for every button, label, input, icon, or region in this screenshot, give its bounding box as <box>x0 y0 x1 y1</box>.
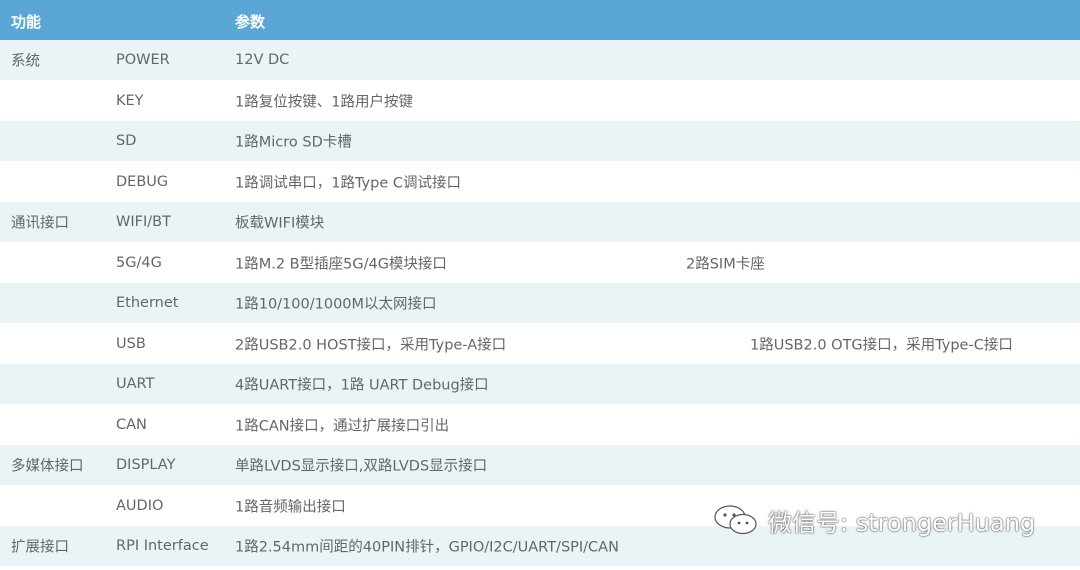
row-param: 1路复位按键、1路用户按键 <box>235 94 413 111</box>
row-param: 1路10/100/1000M以太网接口 <box>235 296 437 313</box>
row-category: 扩展接口 <box>11 539 69 556</box>
table-row: SD 1路Micro SD卡槽 <box>0 121 1080 161</box>
row-feature: Ethernet <box>116 295 179 311</box>
row-param: 1路2.54mm间距的40PIN排针，GPIO/I2C/UART/SPI/CAN <box>235 539 619 556</box>
row-feature: CAN <box>116 417 147 433</box>
row-feature: RPI Interface <box>116 538 209 554</box>
table-row: 多媒体接口 DISPLAY 单路LVDS显示接口,双路LVDS显示接口 <box>0 445 1080 485</box>
row-feature: 5G/4G <box>116 255 162 271</box>
table-row: UART 4路UART接口，1路 UART Debug接口 <box>0 364 1080 404</box>
row-category: 通讯接口 <box>11 215 69 232</box>
row-param: 1路CAN接口，通过扩展接口引出 <box>235 418 450 435</box>
table-row: CAN 1路CAN接口，通过扩展接口引出 <box>0 405 1080 445</box>
row-param: 1路Micro SD卡槽 <box>235 134 352 151</box>
row-param: 单路LVDS显示接口,双路LVDS显示接口 <box>235 458 488 475</box>
row-param: 1路M.2 B型插座5G/4G模块接口 <box>235 256 447 273</box>
row-param: 2路USB2.0 HOST接口，采用Type-A接口 <box>235 337 507 354</box>
row-param-extra: 2路SIM卡座 <box>686 256 765 273</box>
watermark: 微信号: strongerHuang <box>712 502 1035 538</box>
header-function: 功能 <box>11 13 42 31</box>
row-param-extra: 1路USB2.0 OTG接口，采用Type-C接口 <box>750 337 1013 354</box>
row-param: 1路音频输出接口 <box>235 499 346 516</box>
row-param: 1路调试串口，1路Type C调试接口 <box>235 175 461 192</box>
table-header: 功能 参数 <box>0 0 1080 40</box>
spec-table: 功能 参数 系统 POWER 12V DC KEY 1路复位按键、1路用户按键 … <box>0 0 1080 570</box>
header-params: 参数 <box>235 13 266 31</box>
row-feature: UART <box>116 376 155 392</box>
row-feature: POWER <box>116 52 170 68</box>
row-param: 12V DC <box>235 52 290 68</box>
table-row: DEBUG 1路调试串口，1路Type C调试接口 <box>0 162 1080 202</box>
row-param: 4路UART接口，1路 UART Debug接口 <box>235 377 489 394</box>
row-category: 多媒体接口 <box>11 458 84 475</box>
table-row: KEY 1路复位按键、1路用户按键 <box>0 81 1080 121</box>
table-row: 5G/4G 1路M.2 B型插座5G/4G模块接口 2路SIM卡座 <box>0 243 1080 283</box>
row-feature: KEY <box>116 93 144 109</box>
watermark-text: 微信号: strongerHuang <box>768 508 1036 537</box>
row-category: 系统 <box>11 53 40 70</box>
row-param: 板载WIFI模块 <box>235 215 325 232</box>
wechat-icon <box>714 505 757 535</box>
row-feature: USB <box>116 336 146 352</box>
table-row: Ethernet 1路10/100/1000M以太网接口 <box>0 283 1080 323</box>
row-feature: DISPLAY <box>116 457 176 473</box>
row-feature: WIFI/BT <box>116 214 171 230</box>
table-row: 通讯接口 WIFI/BT 板载WIFI模块 <box>0 202 1080 242</box>
row-feature: SD <box>116 133 137 149</box>
table-row: USB 2路USB2.0 HOST接口，采用Type-A接口 1路USB2.0 … <box>0 324 1080 364</box>
table-row: 系统 POWER 12V DC <box>0 40 1080 80</box>
row-feature: DEBUG <box>116 174 169 190</box>
row-feature: AUDIO <box>116 498 164 514</box>
